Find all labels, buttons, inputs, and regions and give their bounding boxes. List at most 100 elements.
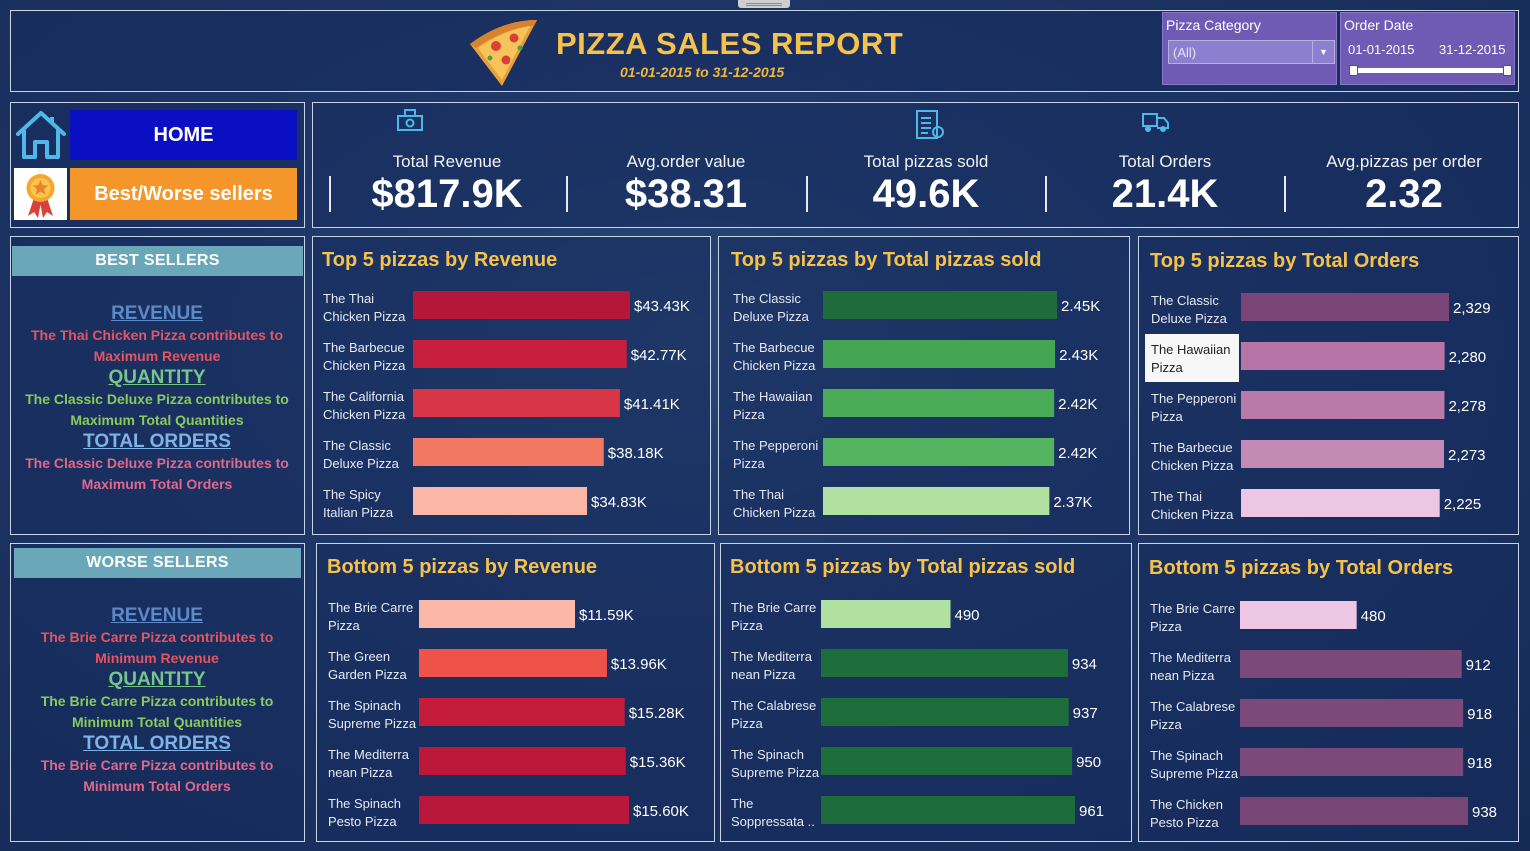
category-label: The Mediterra [328, 747, 410, 762]
chevron-down-icon[interactable]: ▼ [1312, 41, 1334, 63]
data-label: 2,225 [1444, 496, 1482, 513]
category-label: The Brie Carre [731, 600, 816, 615]
bar[interactable] [823, 389, 1055, 417]
kpi-pizzas-sold-value: 49.6K [872, 172, 980, 216]
bar[interactable] [821, 747, 1073, 775]
kpi-divider [329, 176, 331, 212]
home-icon[interactable] [14, 108, 68, 162]
category-label: Deluxe Pizza [1151, 311, 1228, 326]
bar[interactable] [821, 698, 1069, 726]
category-label: The Spinach [731, 747, 804, 762]
bar[interactable] [413, 389, 620, 417]
bar[interactable] [1241, 489, 1440, 517]
category-dropdown-value: (All) [1173, 45, 1197, 60]
bar[interactable] [413, 291, 630, 319]
bar[interactable] [419, 747, 626, 775]
data-label: $41.41K [624, 396, 680, 413]
category-label: Pizza [733, 456, 766, 471]
best-quantity-heading: QUANTITY [108, 367, 206, 388]
category-label: nean Pizza [328, 765, 393, 780]
data-label: 2,280 [1449, 349, 1487, 366]
chart-bottom-orders: Bottom 5 pizzas by Total Orders The Brie … [1138, 543, 1519, 842]
bar[interactable] [419, 698, 625, 726]
category-label: The Barbecue [323, 340, 405, 355]
best-quantity-line-2: Maximum Total Quantities [70, 412, 244, 428]
date-slider-start-handle[interactable] [1349, 65, 1358, 76]
bar[interactable] [823, 291, 1057, 319]
bar[interactable] [821, 600, 951, 628]
kpi-divider [1045, 176, 1047, 212]
bar[interactable] [419, 600, 576, 628]
worse-revenue-line-2: Minimum Revenue [95, 650, 219, 666]
data-label: 918 [1467, 755, 1492, 772]
category-label: Pesto Pizza [328, 814, 397, 829]
home-button[interactable]: HOME [70, 110, 297, 160]
bar[interactable] [419, 649, 607, 677]
worse-revenue-line-1: The Brie Carre Pizza contributes to [40, 629, 274, 645]
worse-orders-heading: TOTAL ORDERS [83, 733, 231, 754]
kpi-total-revenue-value: $817.9K [371, 172, 523, 216]
chart-top-orders: Top 5 pizzas by Total Orders The Classic D… [1138, 236, 1519, 535]
category-label: The Spinach [1150, 748, 1223, 763]
bar[interactable] [1240, 699, 1464, 727]
bar[interactable] [823, 438, 1055, 466]
data-label: $11.59K [579, 607, 634, 624]
bar-chart-svg: The Classic Deluxe Pizza 2,329 The Hawaiian… [1145, 293, 1491, 522]
bar[interactable] [1240, 797, 1468, 825]
bar[interactable] [413, 487, 588, 515]
order-date-label: Order Date [1344, 17, 1414, 33]
bar-chart-svg: The Brie Carre Pizza 490 The Mediterra nean … [731, 600, 1104, 829]
category-label: The Barbecue [1151, 440, 1233, 455]
category-filter[interactable]: Pizza Category (All) ▼ [1162, 12, 1337, 85]
best-quantity-line-1: The Classic Deluxe Pizza contributes to [25, 391, 289, 407]
data-label: $34.83K [591, 494, 647, 511]
order-date-filter[interactable]: Order Date 01-01-2015 31-12-2015 [1340, 12, 1515, 85]
best-sellers-title: BEST SELLERS [12, 246, 303, 276]
bar[interactable] [821, 796, 1075, 824]
data-label: $43.43K [634, 298, 690, 315]
category-dropdown[interactable]: (All) ▼ [1168, 40, 1335, 64]
category-label: Supreme Pizza [328, 716, 417, 731]
category-label: Supreme Pizza [1150, 766, 1239, 781]
data-label: $13.96K [611, 656, 667, 673]
bar[interactable] [1240, 650, 1462, 678]
bar[interactable] [1240, 748, 1464, 776]
worse-orders-line-2: Minimum Total Orders [83, 778, 231, 794]
bar[interactable] [1241, 293, 1449, 321]
category-label: Soppressata .. [731, 814, 815, 829]
category-label: The Pepperoni [733, 438, 818, 453]
category-label: The Brie Carre [1150, 601, 1235, 616]
bar-chart-svg: The Brie Carre Pizza 480 The Mediterra nean … [1150, 601, 1497, 830]
category-label: Chicken Pizza [323, 407, 406, 422]
bar[interactable] [1241, 440, 1444, 468]
bar[interactable] [413, 438, 604, 466]
data-label: 2.37K [1053, 494, 1092, 511]
drag-handle[interactable] [738, 0, 790, 8]
category-label: The Thai [323, 291, 374, 306]
worse-orders-line-1: The Brie Carre Pizza contributes to [40, 757, 274, 773]
data-label: 2.45K [1061, 298, 1100, 315]
best-worse-sellers-button[interactable]: Best/Worse sellers [70, 168, 297, 220]
bar[interactable] [1241, 342, 1445, 370]
bar[interactable] [823, 340, 1056, 368]
category-label: The Thai [733, 487, 784, 502]
category-filter-label: Pizza Category [1166, 17, 1261, 33]
best-orders-line-2: Maximum Total Orders [81, 476, 233, 492]
bar[interactable] [821, 649, 1068, 677]
medal-icon-box[interactable] [14, 168, 67, 220]
bar[interactable] [823, 487, 1050, 515]
data-label: 938 [1472, 804, 1497, 821]
bar[interactable] [1241, 391, 1445, 419]
pizza-logo-icon [470, 20, 537, 86]
date-slider-track[interactable] [1349, 68, 1509, 73]
data-label: 934 [1072, 656, 1097, 673]
best-revenue-line-2: Maximum Revenue [93, 348, 221, 364]
bar[interactable] [1240, 601, 1357, 629]
category-label: Pizza [1150, 619, 1183, 634]
bar[interactable] [419, 796, 629, 824]
data-label: 950 [1076, 754, 1101, 771]
bar[interactable] [413, 340, 627, 368]
report-title: PIZZA SALES REPORT [556, 26, 904, 61]
date-slider-end-handle[interactable] [1503, 65, 1512, 76]
best-revenue-heading: REVENUE [111, 303, 203, 324]
